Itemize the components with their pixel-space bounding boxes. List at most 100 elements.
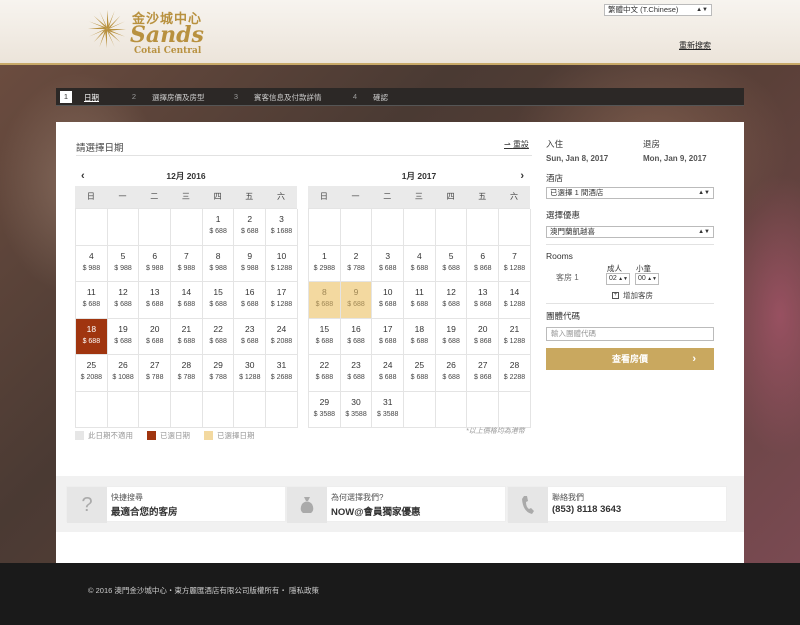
day-cell[interactable]: 26 $ 1088 xyxy=(107,355,140,392)
day-cell[interactable]: 12 $ 688 xyxy=(435,282,468,319)
info-quick-search[interactable]: ? 快捷搜尋 最適合您的客房 xyxy=(66,486,286,523)
day-cell[interactable]: 20 $ 868 xyxy=(467,318,500,355)
day-cell[interactable]: 14 $ 1288 xyxy=(499,282,531,319)
day-cell[interactable]: 6 $ 868 xyxy=(467,245,500,282)
step-1[interactable]: 1 日期 xyxy=(60,91,99,103)
day-cell[interactable]: 24 $ 688 xyxy=(372,355,405,392)
reset-link[interactable]: ⇀ 重設 xyxy=(504,139,529,150)
day-cell[interactable]: 18 $ 688 xyxy=(404,318,436,355)
info-contact[interactable]: 聯絡我們 (853) 8118 3643 xyxy=(507,486,727,523)
day-cell[interactable]: 11 $ 688 xyxy=(404,282,436,319)
day-cell[interactable]: 27 $ 868 xyxy=(467,355,500,392)
day-cell[interactable]: 9 $ 988 xyxy=(234,245,267,282)
day-cell[interactable]: 14 $ 688 xyxy=(171,282,203,319)
day-cell[interactable]: 23 $ 688 xyxy=(340,355,373,392)
hotel-select[interactable]: 已選擇 1 間酒店 ▲▼ xyxy=(546,187,714,199)
day-number: 10 xyxy=(382,287,393,297)
empty-day-cell xyxy=(404,391,436,428)
day-cell[interactable]: 4 $ 988 xyxy=(76,245,108,282)
group-code-placeholder: 輸入團體代碼 xyxy=(551,329,596,338)
offer-select[interactable]: 澳門蘭凱越喜 ▲▼ xyxy=(546,226,714,238)
children-select[interactable]: 00 ▲▼ xyxy=(635,273,659,285)
day-cell[interactable]: 21 $ 1288 xyxy=(499,318,531,355)
day-number: 4 xyxy=(88,250,94,261)
day-cell[interactable]: 15 $ 688 xyxy=(202,282,235,319)
day-cell[interactable]: 15 $ 688 xyxy=(309,318,341,355)
day-cell[interactable]: 2 $ 688 xyxy=(234,209,267,246)
day-cell[interactable]: 8 $ 688 xyxy=(309,282,341,319)
day-cell[interactable]: 6 $ 988 xyxy=(139,245,172,282)
day-cell[interactable]: 1 $ 2988 xyxy=(309,245,341,282)
day-cell[interactable]: 19 $ 688 xyxy=(435,318,468,355)
day-price: $ 688 xyxy=(209,228,227,235)
day-cell[interactable]: 10 $ 1288 xyxy=(266,245,298,282)
day-cell[interactable]: 22 $ 688 xyxy=(202,318,235,355)
sands-logo[interactable]: 金沙城中心 Sands Cotai Central xyxy=(88,6,218,56)
day-cell[interactable]: 3 $ 1688 xyxy=(266,209,298,246)
day-cell[interactable]: 23 $ 688 xyxy=(234,318,267,355)
day-cell[interactable]: 19 $ 688 xyxy=(107,318,140,355)
step-number: 4 xyxy=(352,92,358,101)
empty-day-cell xyxy=(467,209,500,246)
empty-day-cell xyxy=(107,209,140,246)
prev-month-chevron-icon[interactable]: ‹ xyxy=(81,166,85,186)
day-cell[interactable]: 3 $ 688 xyxy=(372,245,405,282)
day-cell[interactable]: 17 $ 1288 xyxy=(266,282,298,319)
day-cell[interactable]: 25 $ 2088 xyxy=(76,355,108,392)
day-cell[interactable]: 31 $ 2688 xyxy=(266,355,298,392)
day-cell[interactable]: 9 $ 688 xyxy=(340,282,373,319)
day-cell[interactable]: 29 $ 788 xyxy=(202,355,235,392)
day-cell[interactable]: 16 $ 688 xyxy=(340,318,373,355)
day-cell[interactable]: 2 $ 788 xyxy=(340,245,373,282)
adults-select[interactable]: 02 ▲▼ xyxy=(606,273,630,285)
empty-day-cell xyxy=(171,209,203,246)
day-cell[interactable]: 27 $ 788 xyxy=(139,355,172,392)
refresh-search-link[interactable]: 重新搜索 xyxy=(679,40,711,51)
day-cell[interactable]: 22 $ 688 xyxy=(309,355,341,392)
day-price: $ 688 xyxy=(410,301,429,308)
language-select[interactable]: 繁體中文 (T.Chinese) ▲▼ xyxy=(604,4,712,16)
day-cell[interactable]: 7 $ 1288 xyxy=(499,245,531,282)
day-cell[interactable]: 8 $ 988 xyxy=(202,245,235,282)
add-room-button[interactable]: + 增加客房 xyxy=(612,290,653,301)
day-cell[interactable]: 25 $ 688 xyxy=(404,355,436,392)
group-code-input[interactable]: 輸入團體代碼 xyxy=(546,327,714,341)
day-cell[interactable]: 30 $ 1288 xyxy=(234,355,267,392)
day-number: 1 xyxy=(321,250,327,261)
step-label: 選擇房價及房型 xyxy=(152,92,205,102)
empty-day-cell xyxy=(404,209,436,246)
day-cell[interactable]: 26 $ 688 xyxy=(435,355,468,392)
next-month-chevron-icon[interactable]: › xyxy=(520,166,524,186)
day-price: $ 1688 xyxy=(270,228,293,235)
empty-day-cell xyxy=(139,209,172,246)
day-cell[interactable]: 28 $ 788 xyxy=(171,355,203,392)
day-cell[interactable]: 7 $ 988 xyxy=(171,245,203,282)
day-cell[interactable]: 17 $ 688 xyxy=(372,318,405,355)
day-cell[interactable]: 29 $ 3588 xyxy=(309,391,341,428)
day-cell[interactable]: 21 $ 688 xyxy=(171,318,203,355)
day-number: 29 xyxy=(213,360,223,370)
info-why-us[interactable]: 為何選擇我們? NOW@會員獨家優惠 xyxy=(286,486,506,523)
room-1-label: 客房 1 xyxy=(556,273,579,282)
day-number: 16 xyxy=(245,287,255,297)
day-cell[interactable]: 28 $ 2288 xyxy=(499,355,531,392)
day-price: $ 688 xyxy=(209,301,227,308)
day-cell[interactable]: 4 $ 688 xyxy=(404,245,436,282)
day-cell[interactable]: 1 $ 688 xyxy=(202,209,235,246)
view-rates-button[interactable]: 查看房價 › xyxy=(546,348,714,370)
calendar-month-1: ‹ 12月 2016 日 一 二 三 四 五 六 1 $ 688 2 $ 688 3 $ 1688 4 $… xyxy=(75,166,298,428)
day-cell[interactable]: 16 $ 688 xyxy=(234,282,267,319)
day-price: $ 1288 xyxy=(270,264,293,272)
day-cell[interactable]: 13 $ 868 xyxy=(467,282,500,319)
day-cell[interactable]: 12 $ 688 xyxy=(107,282,140,319)
day-cell[interactable]: 11 $ 688 xyxy=(76,282,108,319)
day-cell[interactable]: 18 $ 688 xyxy=(76,318,108,355)
day-cell[interactable]: 20 $ 688 xyxy=(139,318,172,355)
day-cell[interactable]: 10 $ 688 xyxy=(372,282,405,319)
day-cell[interactable]: 31 $ 3588 xyxy=(372,391,405,428)
day-cell[interactable]: 30 $ 3588 xyxy=(340,391,373,428)
day-cell[interactable]: 13 $ 688 xyxy=(139,282,172,319)
day-cell[interactable]: 5 $ 688 xyxy=(435,245,468,282)
day-cell[interactable]: 24 $ 2088 xyxy=(266,318,298,355)
day-cell[interactable]: 5 $ 988 xyxy=(107,245,140,282)
